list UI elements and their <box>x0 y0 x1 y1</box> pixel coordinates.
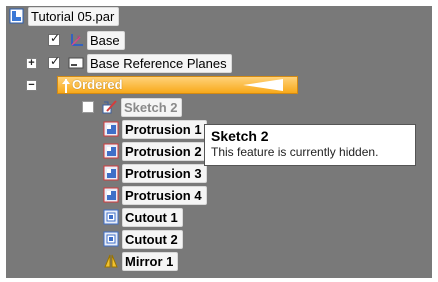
tree-item-protrusion-1[interactable]: Protrusion 1 <box>103 119 207 139</box>
tooltip-title: Sketch 2 <box>211 128 269 144</box>
protrusion-icon <box>103 165 119 181</box>
part-document-icon <box>9 8 25 24</box>
tree-item-label: Base <box>87 30 125 50</box>
base-visibility-checkbox[interactable]: ✓ <box>48 31 60 46</box>
tree-item-mirror-1[interactable]: Mirror 1 <box>103 251 179 271</box>
sketch-visibility-checkbox[interactable] <box>82 101 94 113</box>
tree-item-protrusion-3[interactable]: Protrusion 3 <box>103 163 207 183</box>
pathfinder-panel: Tutorial 05.par ✓ x Base + ✓ Base Refere… <box>0 0 438 282</box>
tree-item-label: Mirror 1 <box>122 251 179 271</box>
tree-item-label: Protrusion 4 <box>122 185 207 205</box>
protrusion-icon <box>103 121 119 137</box>
protrusion-icon <box>103 187 119 203</box>
collapse-toggle[interactable]: − <box>26 80 37 91</box>
tree-item-label: Protrusion 2 <box>122 141 207 161</box>
tree-item-label: Base Reference Planes <box>87 53 232 73</box>
coordinate-system-icon: x <box>68 32 84 48</box>
ordered-icon <box>60 78 72 97</box>
expand-toggle[interactable]: + <box>26 58 37 69</box>
protrusion-icon <box>103 143 119 159</box>
reference-plane-icon <box>68 55 84 71</box>
tree-item-ordered-label: Ordered <box>72 77 123 92</box>
tree-item-label: Tutorial 05.par <box>28 6 120 26</box>
tree-item-cutout-2[interactable]: Cutout 2 <box>103 229 183 249</box>
tree-item-protrusion-2[interactable]: Protrusion 2 <box>103 141 207 161</box>
rollback-arrow-icon <box>243 79 283 91</box>
tree-item-base-reference-planes[interactable]: + ✓ Base Reference Planes <box>26 53 232 73</box>
tree-item-base[interactable]: ✓ x Base <box>48 30 125 50</box>
tree-item-protrusion-4[interactable]: Protrusion 4 <box>103 185 207 205</box>
tree-item-label: Cutout 2 <box>122 229 183 249</box>
tree-item-label: Cutout 1 <box>122 207 183 227</box>
tree-item-sketch-2[interactable]: Sketch 2 <box>82 97 183 117</box>
cutout-icon <box>103 209 119 225</box>
sketch-icon <box>102 99 118 115</box>
tree-item-label: Sketch 2 <box>121 97 183 117</box>
tree-item-label: Protrusion 3 <box>122 163 207 183</box>
mirror-icon <box>103 253 119 269</box>
tree-item-root[interactable]: Tutorial 05.par <box>9 6 120 26</box>
tree-item-cutout-1[interactable]: Cutout 1 <box>103 207 183 227</box>
svg-text:x: x <box>77 35 80 41</box>
planes-visibility-checkbox[interactable]: ✓ <box>48 54 60 69</box>
tree-item-label: Protrusion 1 <box>122 119 207 139</box>
tooltip-body: This feature is currently hidden. <box>211 145 379 159</box>
hidden-feature-tooltip: Sketch 2 This feature is currently hidde… <box>204 124 416 166</box>
cutout-icon <box>103 231 119 247</box>
